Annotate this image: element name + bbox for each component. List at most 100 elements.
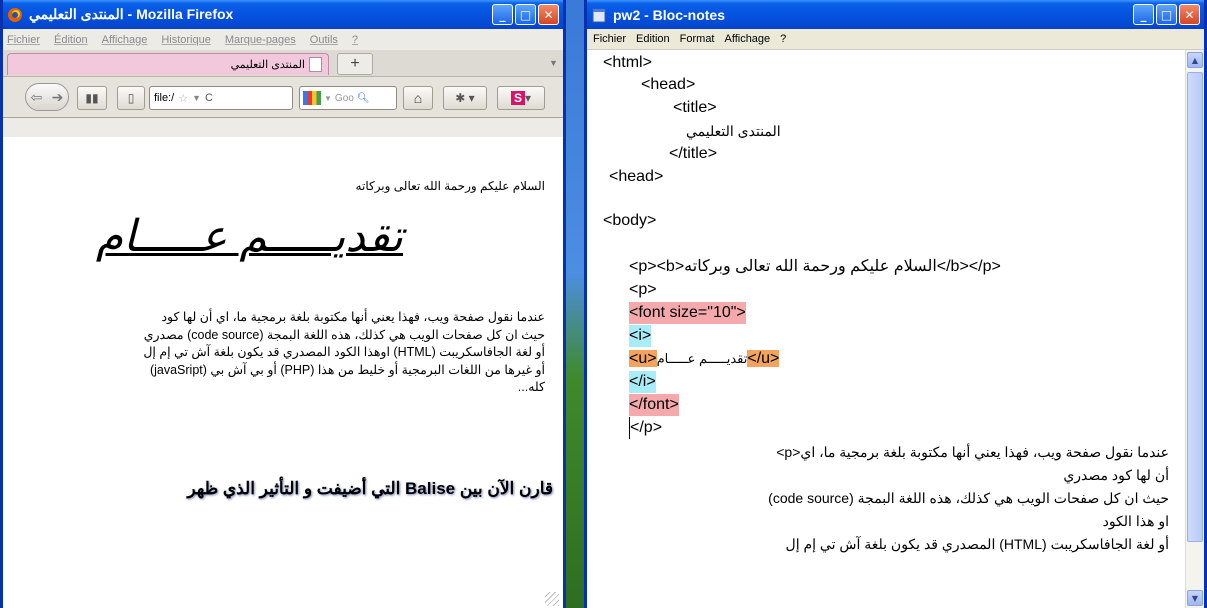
- code-line: <head>: [641, 76, 696, 93]
- notepad-window: pw2 - Bloc-notes _ □ ✕ Fichier Edition F…: [584, 0, 1207, 608]
- u-open-tag: <u>: [629, 350, 657, 367]
- menu-affichage[interactable]: Affichage: [102, 34, 148, 46]
- menu-fichier[interactable]: Fichier: [593, 33, 626, 45]
- intro-paragraph: عندما نقول صفحة ويب، فهذا يعني أنها مكتو…: [15, 309, 545, 397]
- vertical-scrollbar[interactable]: ▲ ▼: [1185, 50, 1204, 608]
- code-line: <u>تقديـــــم عـــــام</u>: [629, 348, 780, 370]
- menu-edition[interactable]: Edition: [636, 33, 670, 45]
- home-button[interactable]: ⌂: [403, 86, 433, 110]
- tab-label: المنتدى التعليمي: [230, 59, 305, 71]
- code-line: حيث ان كل صفحات الويب هي كذلك، هذه اللغة…: [768, 490, 1169, 506]
- close-icon: ✕: [1184, 7, 1195, 22]
- page-heading: تقديـــــم عـــــام: [95, 212, 403, 261]
- code-line: <head>: [609, 168, 664, 185]
- bar-chart-icon: ▮▮: [85, 91, 99, 105]
- home-icon: ⌂: [413, 90, 423, 106]
- s-addon-button[interactable]: S ▾: [497, 86, 545, 110]
- code-line-highlighted: </font>: [629, 394, 679, 416]
- code-line-cursor: </p>: [629, 417, 662, 439]
- code-line: </title>: [669, 145, 718, 162]
- minimize-icon: _: [499, 7, 506, 22]
- tab-strip: المنتدى التعليمي + ▼: [3, 50, 563, 77]
- code-line: <p>: [629, 281, 657, 298]
- forward-arrow-icon[interactable]: ➔: [52, 89, 64, 106]
- code-line: <html>: [603, 54, 652, 71]
- page-content: السلام عليكم ورحمة الله تعالى وبركاته تق…: [3, 137, 563, 608]
- new-tab-button[interactable]: +: [337, 53, 373, 75]
- addon-button[interactable]: ✱ ▾: [443, 86, 487, 110]
- page-icon: ▯: [127, 91, 135, 105]
- maximize-button[interactable]: □: [1156, 4, 1177, 25]
- resize-grip[interactable]: [545, 592, 559, 606]
- scroll-thumb[interactable]: [1187, 72, 1203, 542]
- back-arrow-icon[interactable]: ⇦: [31, 89, 43, 106]
- close-button[interactable]: ✕: [1179, 4, 1200, 25]
- paragraph-line: أو لغة الجافاسكريبت (HTML) اوهذا الكود ا…: [143, 345, 545, 359]
- close-button[interactable]: ✕: [538, 4, 559, 25]
- firefox-menubar: Fichier Édition Affichage Historique Mar…: [3, 29, 563, 50]
- menu-marque-pages[interactable]: Marque-pages: [225, 34, 296, 46]
- u-close-tag: </u>: [747, 350, 780, 367]
- scroll-up-button[interactable]: ▲: [1187, 52, 1203, 68]
- firefox-window: المنتدى التعليمي - Mozilla Firefox _ □ ✕…: [0, 0, 566, 608]
- url-bar[interactable]: file:/ ☆ ▼ C: [149, 86, 293, 110]
- menu-format[interactable]: Format: [680, 33, 715, 45]
- menu-historique[interactable]: Historique: [161, 34, 211, 46]
- menu-outils[interactable]: Outils: [310, 34, 338, 46]
- url-text: file:/: [154, 92, 175, 104]
- search-icon[interactable]: 🔍︎: [357, 93, 370, 104]
- code-line-highlighted: <font size="10">: [629, 302, 746, 324]
- menu-help[interactable]: ?: [780, 33, 786, 45]
- page-button[interactable]: ▯: [117, 86, 145, 110]
- notepad-titlebar[interactable]: pw2 - Bloc-notes _ □ ✕: [587, 0, 1204, 29]
- notepad-window-title: pw2 - Bloc-notes: [613, 6, 726, 23]
- menu-fichier[interactable]: Fichier: [7, 34, 40, 46]
- code-line: <title>: [673, 99, 717, 116]
- bookmark-stats-button[interactable]: ▮▮: [77, 86, 107, 110]
- code-line: أن لها كود مصدري: [1063, 467, 1169, 483]
- tab-list-icon[interactable]: ▼: [549, 58, 558, 68]
- search-box[interactable]: ▼ Goo 🔍︎: [299, 86, 397, 110]
- chevron-up-icon: ▲: [1191, 55, 1199, 65]
- menu-affichage[interactable]: Affichage: [725, 33, 771, 45]
- firefox-window-title: المنتدى التعليمي - Mozilla Firefox: [29, 6, 234, 22]
- minimize-icon: _: [1140, 7, 1147, 22]
- maximize-icon: □: [519, 7, 532, 22]
- text-editor[interactable]: <html> <head> <title> المنتدى التعليمي <…: [589, 50, 1181, 608]
- puzzle-icon: ✱ ▾: [455, 91, 475, 105]
- menu-help[interactable]: ?: [352, 34, 358, 46]
- greeting-text: السلام عليكم ورحمة الله تعالى وبركاته: [355, 179, 545, 193]
- code-line: او هذا الكود: [1102, 513, 1169, 529]
- tab-active[interactable]: المنتدى التعليمي: [7, 53, 329, 75]
- maximize-icon: □: [1160, 7, 1173, 22]
- scroll-down-button[interactable]: ▼: [1187, 590, 1203, 606]
- notepad-menubar: Fichier Edition Format Affichage ?: [587, 29, 1204, 50]
- menu-edition[interactable]: Édition: [54, 34, 88, 46]
- code-line-highlighted: <i>: [629, 325, 652, 347]
- maximize-button[interactable]: □: [515, 4, 536, 25]
- google-icon: [303, 91, 321, 105]
- chevron-down-icon: ▼: [1191, 593, 1199, 603]
- paragraph-line: أو غيرها من اللغات البرمجية أو خليط من ه…: [149, 362, 545, 377]
- minimize-button[interactable]: _: [492, 4, 513, 25]
- navigation-toolbar: ⇦ ➔ ▮▮ ▯ file:/ ☆ ▼ C ▼ Goo 🔍︎ ⌂ ✱ ▾ S ▾: [3, 77, 563, 118]
- paragraph-line: حيث ان كل صفحات الويب هي كذلك، هذه اللغة…: [143, 327, 545, 342]
- dropdown-icon[interactable]: ▼: [192, 93, 201, 103]
- code-line: <p><b>السلام عليكم ورحمة الله تعالى وبرك…: [629, 258, 1001, 275]
- paragraph-line: كله...: [517, 380, 545, 394]
- close-icon: ✕: [543, 7, 554, 22]
- code-line: أو لغة الجافاسكريبت (HTML) المصدري قد يك…: [785, 536, 1169, 552]
- firefox-titlebar[interactable]: المنتدى التعليمي - Mozilla Firefox _ □ ✕: [3, 0, 563, 29]
- minimize-button[interactable]: _: [1133, 4, 1154, 25]
- search-placeholder: Goo: [334, 92, 354, 104]
- compare-caption: قارن الآن بين Balise التي أضيفت و التأثي…: [187, 479, 553, 498]
- code-line: <body>: [603, 212, 657, 229]
- star-icon[interactable]: ☆: [178, 92, 188, 105]
- page-icon: [309, 57, 322, 72]
- back-forward-buttons[interactable]: ⇦ ➔: [25, 83, 69, 111]
- notepad-icon: [591, 7, 607, 23]
- paragraph-line: عندما نقول صفحة ويب، فهذا يعني أنها مكتو…: [161, 310, 545, 324]
- code-line-highlighted: </i>: [629, 371, 656, 393]
- reload-icon[interactable]: C: [205, 92, 213, 104]
- search-engine-dropdown-icon[interactable]: ▼: [324, 94, 332, 103]
